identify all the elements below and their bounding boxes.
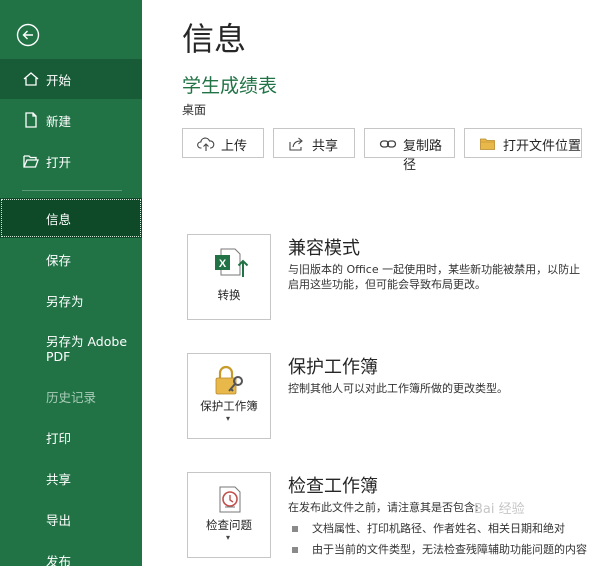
document-location: 桌面 [182,103,207,117]
sidebar-item-label: 发布 [46,553,72,566]
backstage-sidebar: 开始 新建 打开 信息 保存 另存为 另存为 Adobe PDF 历史记录 打印… [0,0,142,566]
sidebar-item-label: 信息 [46,211,72,227]
copy-path-button[interactable]: 复制路径 [364,128,455,173]
upload-cloud-icon [197,137,215,151]
home-icon [23,72,39,86]
bullet-square [292,526,298,532]
sidebar-item-open[interactable]: 打开 [0,141,142,181]
back-arrow-icon [16,23,40,47]
compatibility-mode-desc-line-1: 与旧版本的 Office 一起使用时，某些新功能被禁用，以防止 [288,263,581,276]
compatibility-mode-desc-line-2: 启用这些功能，但可能会导致布局更改。 [288,278,486,291]
share-button-label: 共享 [312,139,339,154]
sidebar-item-publish[interactable]: 发布 [0,540,142,566]
check-for-issues-button[interactable]: 检查问题 ▾ [187,472,271,558]
sidebar-item-save-as-pdf[interactable]: 另存为 Adobe PDF [0,328,142,376]
sidebar-item-export[interactable]: 导出 [0,499,142,539]
open-folder-icon [23,155,39,168]
upload-button-label: 上传 [221,139,248,154]
inspect-bullet-1: 文档属性、打印机路径、作者姓名、相关日期和绝对 [292,520,565,536]
sidebar-item-print[interactable]: 打印 [0,417,142,457]
excel-convert-icon: X [215,248,249,277]
folder-icon [480,138,495,150]
document-title: 学生成绩表 [182,75,278,97]
protect-workbook-button[interactable]: 保护工作簿 ▾ [187,353,271,439]
chevron-down-icon: ▾ [226,533,231,542]
inspect-bullet-1-text: 文档属性、打印机路径、作者姓名、相关日期和绝对 [312,522,565,535]
inspect-document-icon [219,486,241,513]
protect-workbook-button-label: 保护工作簿 [200,399,258,413]
inspect-workbook-title: 检查工作簿 [288,476,378,497]
sidebar-item-label: 共享 [46,471,72,487]
lock-key-icon [215,365,243,395]
link-icon [379,140,397,148]
sidebar-item-save[interactable]: 保存 [0,239,142,279]
chevron-down-icon: ▾ [226,414,231,423]
open-file-location-button[interactable]: 打开文件位置 [464,128,582,158]
sidebar-item-label: 打印 [46,430,72,446]
sidebar-item-label: 历史记录 [46,389,97,405]
sidebar-item-info[interactable]: 信息 [0,198,142,238]
check-for-issues-button-label: 检查问题 [206,518,252,532]
back-button[interactable] [16,23,40,47]
page-title: 信息 [182,20,247,58]
sidebar-item-home[interactable]: 开始 [0,59,142,99]
bullet-square [292,547,298,553]
inspect-bullet-2-text: 由于当前的文件类型，无法检查残障辅助功能问题的内容 [312,543,587,556]
sidebar-item-label: 打开 [46,154,72,170]
sidebar-item-new[interactable]: 新建 [0,100,142,140]
convert-button-label: 转换 [217,288,241,302]
sidebar-divider [22,190,122,191]
inspect-bullet-2: 由于当前的文件类型，无法检查残障辅助功能问题的内容 [292,541,587,557]
upload-button[interactable]: 上传 [182,128,264,158]
sidebar-item-label: 另存为 [46,293,84,309]
sidebar-item-label: 另存为 Adobe PDF [46,334,128,364]
info-pane: 信息 学生成绩表 桌面 上传 共享 复制路径 打开文件位置 X 转换 兼容模式 … [142,0,598,566]
sidebar-item-history[interactable]: 历史记录 [0,376,142,416]
sidebar-item-label: 新建 [46,113,72,129]
sidebar-item-label: 保存 [46,252,72,268]
new-document-icon [25,112,37,128]
sidebar-item-label: 导出 [46,512,72,528]
sidebar-item-label: 开始 [46,72,72,88]
sidebar-item-share[interactable]: 共享 [0,458,142,498]
svg-text:X: X [219,258,227,270]
sidebar-item-save-as[interactable]: 另存为 [0,280,142,320]
convert-button[interactable]: X 转换 [187,234,271,320]
share-button[interactable]: 共享 [273,128,355,158]
open-file-location-button-label: 打开文件位置 [503,139,582,154]
compatibility-mode-title: 兼容模式 [288,238,360,259]
inspect-workbook-desc: 在发布此文件之前，请注意其是否包含: [288,501,479,514]
watermark: Bai 经验 [474,502,525,517]
protect-workbook-desc: 控制其他人可以对此工作簿所做的更改类型。 [288,382,508,395]
protect-workbook-title: 保护工作簿 [288,357,378,378]
copy-path-button-label: 复制路径 [403,139,443,173]
share-icon [289,137,303,151]
